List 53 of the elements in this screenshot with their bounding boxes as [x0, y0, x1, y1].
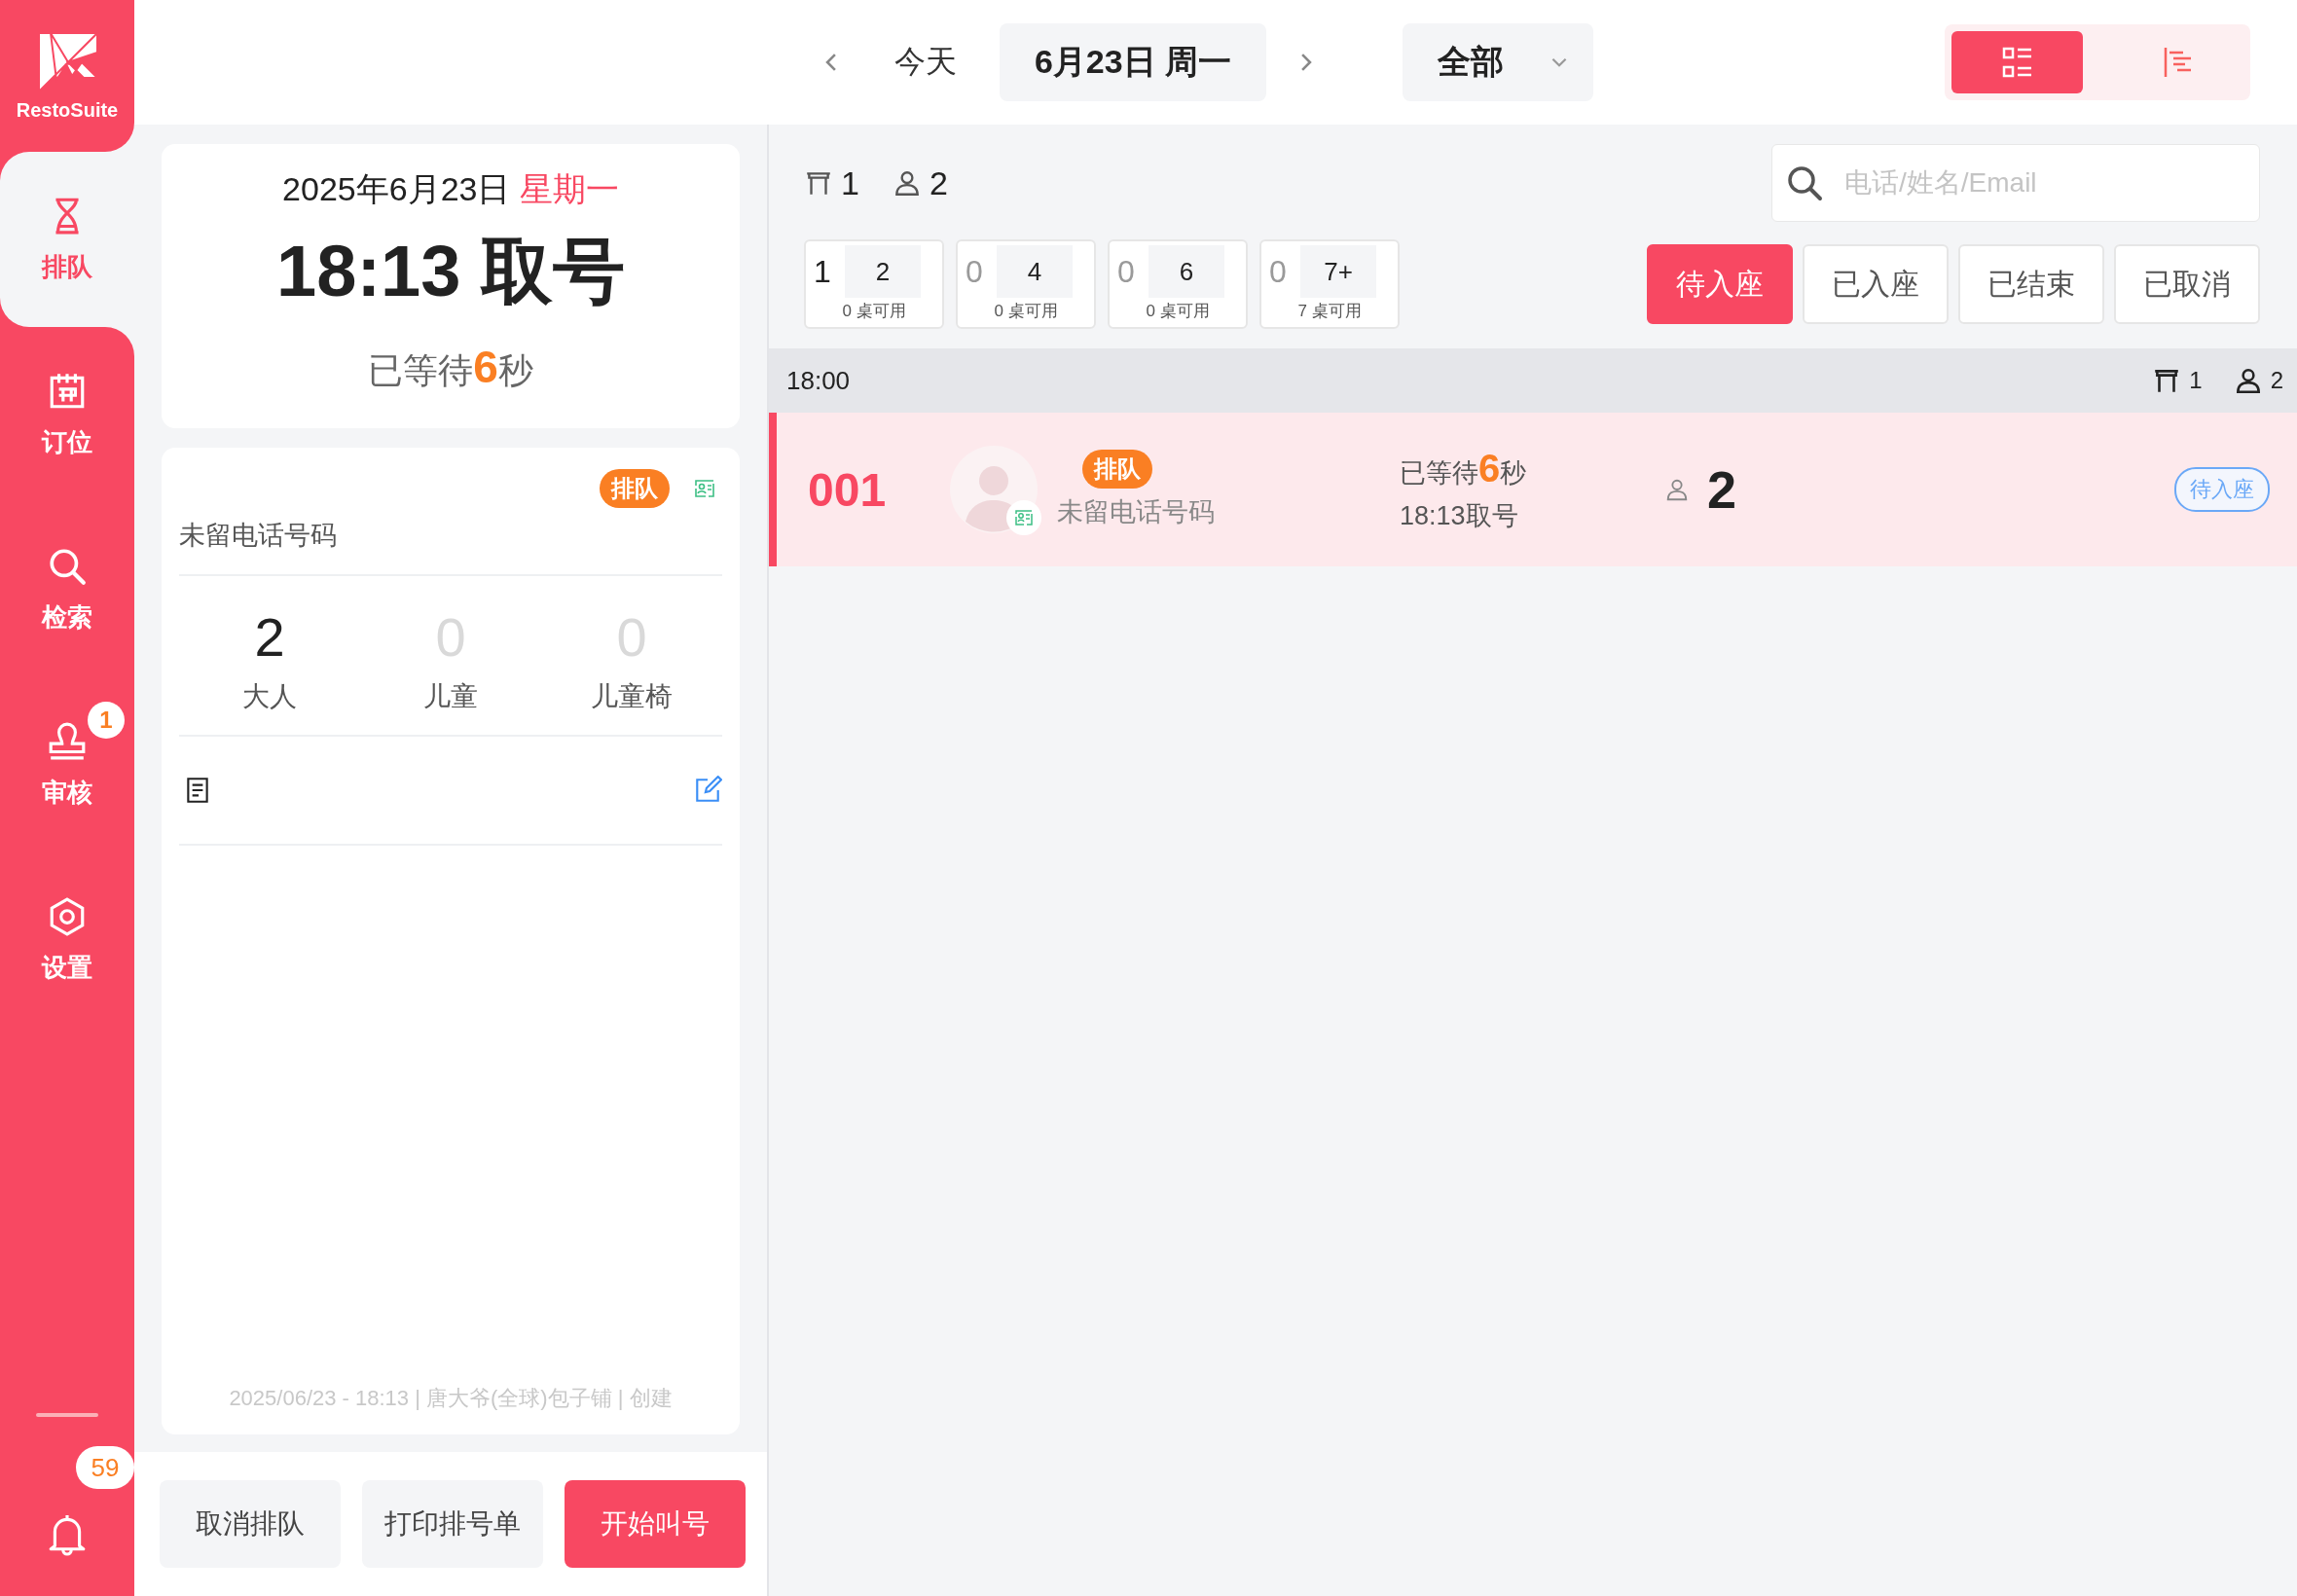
guest-count: 2 — [2270, 367, 2283, 394]
filter-dropdown[interactable]: 全部 — [1403, 23, 1594, 101]
table-size: 2 — [845, 245, 921, 298]
available-text: 0 桌可用 — [994, 301, 1058, 322]
table-size-chip[interactable]: 0 7+ 7 桌可用 — [1259, 239, 1400, 329]
group-time: 18:00 — [786, 365, 851, 396]
available-text: 0 桌可用 — [1146, 301, 1210, 322]
table-size-chip[interactable]: 0 6 0 桌可用 — [1108, 239, 1248, 329]
wait-time: 已等待6秒 — [1400, 446, 1528, 490]
queue-tag: 排队 — [1082, 450, 1152, 489]
count-label: 儿童椅 — [591, 680, 673, 713]
status-tab[interactable]: 已结束 — [1958, 244, 2104, 324]
queue-number: 001 — [808, 462, 888, 517]
action-button[interactable]: 打印排号单 — [362, 1480, 543, 1568]
phone-text: 未留电话号码 — [179, 508, 722, 576]
table-size-chip[interactable]: 1 2 0 桌可用 — [804, 239, 944, 329]
status-tab[interactable]: 已入座 — [1803, 244, 1949, 324]
count-value[interactable]: 2 — [254, 605, 285, 669]
id-card-icon — [1006, 500, 1041, 535]
ticket-date: 2025年6月23日 星期一 — [282, 169, 619, 209]
stamp-icon — [47, 720, 88, 762]
count-label: 儿童 — [423, 680, 478, 713]
id-card-icon — [693, 477, 716, 500]
search-field[interactable]: 电话/姓名/Email — [1771, 144, 2260, 222]
ticket-title: 18:13 取号 — [276, 230, 625, 313]
today-button[interactable]: 今天 — [870, 31, 980, 93]
notification-badge: 59 — [76, 1446, 134, 1489]
search-icon — [1785, 163, 1824, 202]
queue-row[interactable]: 001 排队 未留电话号码 已等待6秒 18:13取号 2 待入座 — [769, 413, 2297, 566]
queue-tag: 排队 — [600, 469, 670, 508]
status-badge: 待入座 — [2174, 467, 2270, 512]
table-size: 7+ — [1300, 245, 1376, 298]
count-badge: 1 — [88, 701, 125, 739]
party-size: 2 — [1707, 459, 1737, 520]
available-text: 7 桌可用 — [1297, 301, 1362, 322]
phone-text: 未留电话号码 — [1057, 496, 1215, 528]
person-icon — [1664, 477, 1690, 502]
logo-text: RestoSuite — [16, 98, 119, 122]
action-button[interactable]: 取消排队 — [160, 1480, 341, 1568]
table-size-chip[interactable]: 0 4 0 桌可用 — [956, 239, 1096, 329]
table-size: 4 — [997, 245, 1073, 298]
ticket-time: 18:13取号 — [1400, 499, 1519, 532]
count-label: 大人 — [242, 680, 297, 713]
table-size: 6 — [1148, 245, 1224, 298]
status-tab[interactable]: 已取消 — [2114, 244, 2260, 324]
table-count: 1 — [2189, 367, 2203, 394]
edit-icon[interactable] — [693, 776, 722, 805]
guest-count: 2 — [929, 163, 948, 202]
date-picker[interactable]: 6月23日 周一 — [999, 23, 1267, 101]
available-text: 0 桌可用 — [842, 301, 906, 322]
wait-time: 已等待6秒 — [368, 341, 533, 394]
list-view-button[interactable] — [1951, 31, 2083, 93]
table-count: 1 — [841, 163, 859, 202]
